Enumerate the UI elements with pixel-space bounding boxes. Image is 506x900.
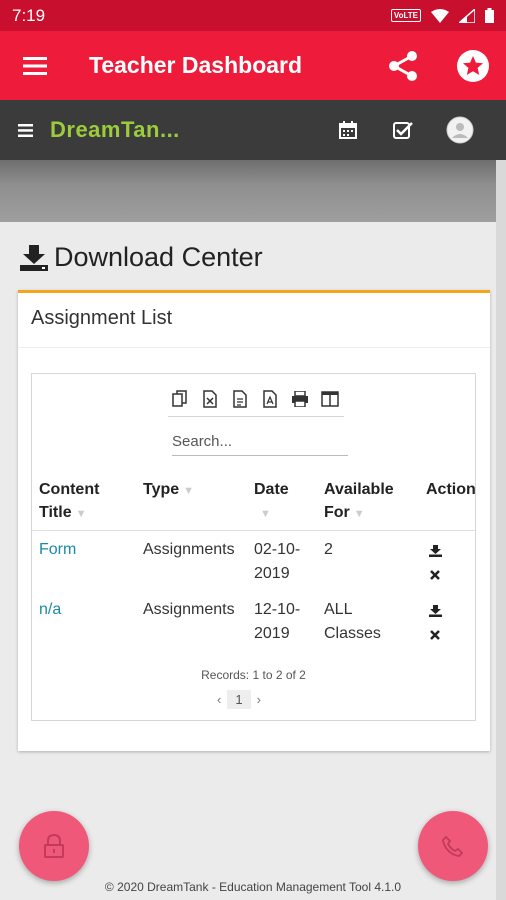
checkbox-icon xyxy=(393,122,413,139)
close-icon xyxy=(430,630,440,640)
row-available-part: Classes xyxy=(324,625,381,642)
excel-icon xyxy=(203,390,217,408)
search-input[interactable] xyxy=(172,428,348,456)
wifi-icon xyxy=(431,8,449,23)
site-header: DreamTan... xyxy=(0,100,506,160)
row-available-for: ALL Classes xyxy=(324,598,381,646)
download-icon xyxy=(20,244,48,271)
row-title-link[interactable]: Form xyxy=(39,538,76,562)
call-fab-button[interactable] xyxy=(418,811,488,881)
col-header-date[interactable]: Date ▼ xyxy=(254,478,289,526)
col-header-action: Action xyxy=(426,478,476,501)
col-header-type[interactable]: Type ▼ xyxy=(143,478,194,503)
app-bar: Teacher Dashboard xyxy=(0,31,506,100)
col-header-label: Content xyxy=(39,481,100,498)
favorite-button[interactable] xyxy=(450,43,496,89)
row-available-part: 2 xyxy=(324,541,333,558)
col-header-label: Title xyxy=(39,504,72,521)
main-content: Download Center Assignment List Search..… xyxy=(0,222,506,900)
print-icon xyxy=(292,391,308,407)
site-menu-button[interactable] xyxy=(0,100,50,160)
page-title: Download Center xyxy=(54,242,263,272)
row-date-part: 12-10- xyxy=(254,601,301,618)
assignment-card: Assignment List Search... Content Title … xyxy=(18,290,490,751)
delete-button[interactable] xyxy=(428,568,442,582)
col-header-label: For xyxy=(324,504,350,521)
share-button[interactable] xyxy=(380,43,426,89)
brand-name[interactable]: DreamTan... xyxy=(50,117,180,143)
sort-icon: ▼ xyxy=(183,485,195,497)
row-date-part: 2019 xyxy=(254,625,290,642)
row-available-part: ALL xyxy=(324,601,353,618)
copy-button[interactable] xyxy=(168,388,192,410)
columns-icon xyxy=(321,391,339,407)
signal-icon xyxy=(459,8,475,23)
records-info: Records: 1 to 2 of 2 xyxy=(201,668,306,682)
col-header-label: Type xyxy=(143,481,180,498)
drawer-menu-button[interactable] xyxy=(0,31,70,100)
print-button[interactable] xyxy=(288,388,312,410)
prev-page-button[interactable]: ‹ xyxy=(217,692,221,707)
calendar-button[interactable] xyxy=(334,116,362,144)
columns-button[interactable] xyxy=(318,388,342,410)
share-icon xyxy=(389,51,417,81)
status-icons: VoLTE xyxy=(390,8,494,23)
download-icon xyxy=(428,545,442,557)
pdf-icon xyxy=(263,390,277,408)
card-title: Assignment List xyxy=(31,307,173,329)
divider xyxy=(18,347,490,348)
page-number-button[interactable]: 1 xyxy=(227,690,251,709)
download-button[interactable] xyxy=(428,604,442,618)
row-date: 12-10- 2019 xyxy=(254,598,300,646)
avatar-icon xyxy=(446,116,474,144)
row-type: Assignments xyxy=(143,541,235,558)
page-heading: Download Center xyxy=(20,242,263,273)
col-header-label: Date xyxy=(254,481,289,498)
delete-button[interactable] xyxy=(428,628,442,642)
assignment-table: Content Title▼ Type▼ Date ▼ Available Fo… xyxy=(31,373,476,721)
export-toolbar xyxy=(168,388,344,417)
col-header-available-for[interactable]: Available For ▼ xyxy=(324,478,394,526)
sort-icon: ▼ xyxy=(260,508,271,520)
tasks-button[interactable] xyxy=(389,116,417,144)
row-date-part: 2019 xyxy=(254,565,290,582)
divider xyxy=(32,530,475,531)
row-available-for: 2 xyxy=(324,538,333,562)
status-bar: 7:19 VoLTE xyxy=(0,0,506,31)
col-header-content-title[interactable]: Content Title ▼ xyxy=(39,478,99,526)
profile-button[interactable] xyxy=(446,116,474,144)
download-icon xyxy=(428,605,442,617)
file-text-icon xyxy=(233,390,247,408)
row-date: 02-10- 2019 xyxy=(254,538,300,586)
footer-text: © 2020 DreamTank - Education Management … xyxy=(104,880,402,894)
pagination: ‹ 1 › xyxy=(217,690,261,709)
star-icon xyxy=(457,50,489,82)
row-type: Assignments xyxy=(143,601,235,618)
scroll-track xyxy=(496,160,506,900)
banner-band xyxy=(0,160,506,222)
next-page-button[interactable]: › xyxy=(257,692,261,707)
calendar-icon xyxy=(339,121,357,139)
app-title: Teacher Dashboard xyxy=(89,52,303,78)
sort-icon: ▼ xyxy=(75,508,87,520)
row-title-link[interactable]: n/a xyxy=(39,598,61,622)
close-icon xyxy=(430,570,440,580)
excel-button[interactable] xyxy=(198,388,222,410)
copy-icon xyxy=(172,390,187,407)
phone-icon xyxy=(442,835,464,857)
pdf-button[interactable] xyxy=(258,388,282,410)
col-header-label: Available xyxy=(324,481,394,498)
lock-fab-button[interactable] xyxy=(19,811,89,881)
csv-button[interactable] xyxy=(228,388,252,410)
battery-icon xyxy=(485,8,494,23)
row-date-part: 02-10- xyxy=(254,541,301,558)
download-button[interactable] xyxy=(428,544,442,558)
col-header-label: Action xyxy=(426,481,476,498)
lock-icon xyxy=(44,834,64,858)
sort-icon: ▼ xyxy=(353,508,365,520)
hamburger-icon xyxy=(17,123,33,137)
volte-badge: VoLTE xyxy=(390,9,421,22)
status-time: 7:19 xyxy=(12,5,46,25)
hamburger-icon xyxy=(23,56,47,75)
